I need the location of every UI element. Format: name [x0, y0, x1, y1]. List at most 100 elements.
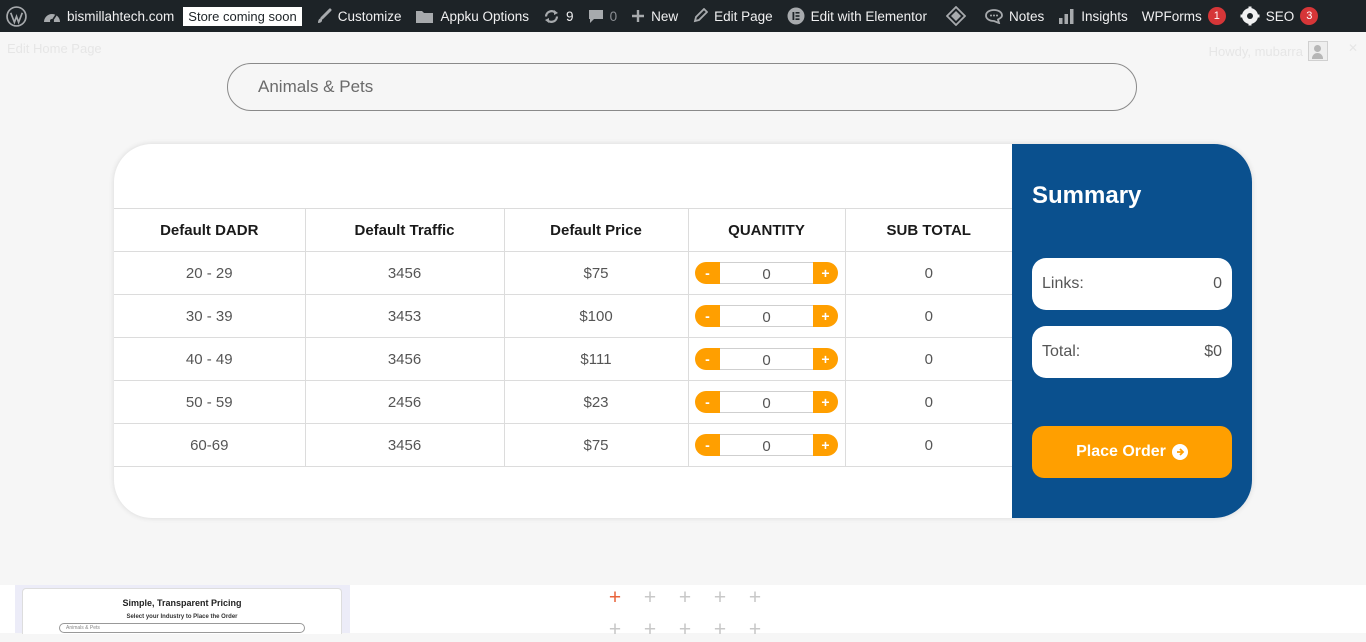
dadr-cell: 60-69 [114, 423, 306, 467]
decrease-quantity-button[interactable]: - [695, 348, 720, 370]
wordpress-logo-menu[interactable] [0, 0, 36, 32]
subtotal-cell: 0 [844, 380, 1012, 424]
industry-select[interactable]: Animals & Pets [227, 63, 1137, 111]
comments-menu[interactable]: 0 [581, 0, 625, 32]
total-summary-row: Total: $0 [1032, 326, 1232, 378]
links-value: 0 [1213, 275, 1222, 292]
increase-quantity-button[interactable]: + [813, 434, 838, 456]
updates-count: 9 [566, 8, 574, 24]
add-section-plus-icon[interactable]: + [675, 618, 695, 642]
table-row: 20 - 29 3456 $75 - 0 + 0 [114, 251, 1012, 295]
diamond-icon [945, 6, 966, 26]
add-section-plus-icon[interactable]: + [675, 586, 695, 610]
diamond-menu[interactable] [934, 0, 978, 32]
template-thumbnail[interactable]: Simple, Transparent Pricing Select your … [22, 588, 342, 634]
decrease-quantity-button[interactable]: - [695, 262, 720, 284]
quantity-input[interactable]: 0 [720, 391, 813, 413]
decrease-quantity-button[interactable]: - [695, 305, 720, 327]
appku-options-label: Appku Options [440, 8, 530, 24]
summary-panel: Summary Links: 0 Total: $0 Place Order [1012, 144, 1252, 518]
quantity-cell: - 0 + [687, 380, 846, 424]
increase-quantity-button[interactable]: + [813, 391, 838, 413]
chat-bubble-icon [985, 8, 1003, 24]
howdy-greeting: Howdy, mubarra [1208, 43, 1303, 59]
price-cell: $75 [503, 423, 689, 467]
decrease-quantity-button[interactable]: - [695, 391, 720, 413]
quantity-input[interactable]: 0 [720, 262, 813, 284]
header-default-traffic: Default Traffic [304, 208, 505, 252]
updates-menu[interactable]: 9 [536, 0, 581, 32]
customize-menu[interactable]: Customize [309, 0, 409, 32]
insights-menu[interactable]: Insights [1051, 0, 1135, 32]
seo-gear-icon [1240, 6, 1260, 26]
site-name-menu[interactable]: bismillahtech.com Store coming soon [36, 0, 309, 32]
quantity-input[interactable]: 0 [720, 348, 813, 370]
links-summary-row: Links: 0 [1032, 258, 1232, 310]
appku-options-menu[interactable]: Appku Options [408, 0, 536, 32]
comment-icon [588, 8, 604, 24]
plus-icon [631, 9, 645, 23]
table-row: 60-69 3456 $75 - 0 + 0 [114, 423, 1012, 467]
seo-label: SEO [1265, 8, 1295, 24]
total-label: Total: [1042, 343, 1081, 360]
close-icon[interactable]: ✕ [1348, 41, 1358, 55]
traffic-cell: 2456 [304, 380, 505, 424]
quantity-cell: - 0 + [687, 251, 846, 295]
comments-count: 0 [609, 8, 618, 24]
thumbnail-title: Simple, Transparent Pricing [122, 598, 242, 608]
avatar [1308, 41, 1328, 61]
account-menu[interactable]: Howdy, mubarra [1209, 41, 1328, 61]
place-order-button[interactable]: Place Order [1032, 426, 1232, 478]
dadr-cell: 40 - 49 [114, 337, 306, 381]
edit-elementor-label: Edit with Elementor [810, 8, 927, 24]
header-quantity: QUANTITY [687, 208, 846, 252]
pricing-table: Default DADR Default Traffic Default Pri… [114, 208, 1012, 467]
quantity-input[interactable]: 0 [720, 434, 813, 456]
traffic-cell: 3456 [304, 251, 505, 295]
summary-title: Summary [1032, 182, 1142, 209]
edit-page-label: Edit Page [714, 8, 773, 24]
quantity-stepper: - 0 + [690, 348, 844, 370]
increase-quantity-button[interactable]: + [813, 305, 838, 327]
quantity-cell: - 0 + [687, 294, 846, 338]
add-section-plus-icon[interactable]: + [640, 586, 660, 610]
table-row: 30 - 39 3453 $100 - 0 + 0 [114, 294, 1012, 338]
add-section-plus-icon[interactable]: + [605, 618, 625, 642]
edit-page-menu[interactable]: Edit Page [685, 0, 780, 32]
traffic-cell: 3453 [304, 294, 505, 338]
notes-menu[interactable]: Notes [978, 0, 1051, 32]
table-header-row: Default DADR Default Traffic Default Pri… [114, 208, 1012, 252]
add-section-plus-icon[interactable]: + [710, 586, 730, 610]
quantity-input[interactable]: 0 [720, 305, 813, 327]
admin-bar: bismillahtech.com Store coming soon Cust… [0, 0, 1366, 32]
dadr-cell: 30 - 39 [114, 294, 306, 338]
header-sub-total: SUB TOTAL [844, 208, 1012, 252]
subtotal-cell: 0 [844, 423, 1012, 467]
thumbnail-subtitle: Select your Industry to Place the Order [126, 614, 238, 620]
wpforms-menu[interactable]: WPForms 1 [1135, 0, 1233, 32]
store-coming-soon-badge[interactable]: Store coming soon [183, 6, 302, 26]
pencil-icon [692, 8, 709, 24]
add-section-plus-icon[interactable]: + [710, 618, 730, 642]
dashboard-icon [43, 8, 61, 24]
header-default-dadr: Default DADR [114, 208, 306, 252]
add-section-plus-icon[interactable]: + [745, 618, 765, 642]
subtotal-cell: 0 [844, 294, 1012, 338]
increase-quantity-button[interactable]: + [813, 262, 838, 284]
total-value: $0 [1204, 343, 1222, 360]
decrease-quantity-button[interactable]: - [695, 434, 720, 456]
folder-icon [415, 9, 434, 24]
new-content-menu[interactable]: New [624, 0, 685, 32]
seo-menu[interactable]: SEO 3 [1233, 0, 1326, 32]
add-section-plus-icon[interactable]: + [605, 586, 625, 610]
add-section-plus-icon[interactable]: + [640, 618, 660, 642]
table-row: 50 - 59 2456 $23 - 0 + 0 [114, 380, 1012, 424]
increase-quantity-button[interactable]: + [813, 348, 838, 370]
price-cell: $100 [503, 294, 689, 338]
industry-select-value: Animals & Pets [258, 77, 374, 96]
add-section-plus-icon[interactable]: + [745, 586, 765, 610]
edit-with-elementor-menu[interactable]: Edit with Elementor [780, 0, 934, 32]
edit-home-page-link[interactable]: Edit Home Page [7, 41, 102, 56]
pricing-table-wrapper: Default DADR Default Traffic Default Pri… [114, 208, 1012, 467]
traffic-cell: 3456 [304, 423, 505, 467]
